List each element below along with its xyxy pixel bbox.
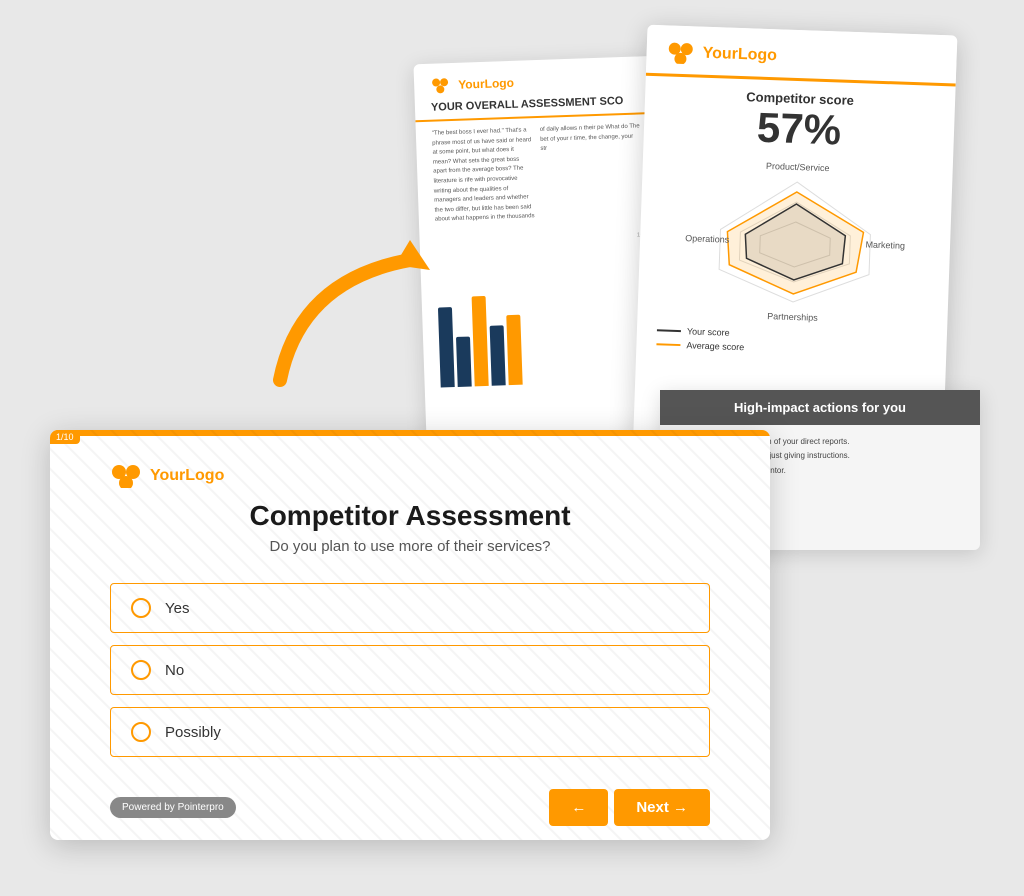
legend-your-score-label: Your score bbox=[687, 326, 730, 337]
arrow-decoration bbox=[250, 200, 450, 400]
radar-label-bottom: Partnerships bbox=[767, 311, 818, 323]
radar-label-left: Operations bbox=[685, 233, 729, 245]
quiz-radio-possibly[interactable] bbox=[131, 722, 151, 742]
report-card-back: YourLogo YOUR OVERALL ASSESSMENT SCO "Th… bbox=[413, 56, 666, 444]
quiz-logo-text: YourLogo bbox=[150, 467, 224, 485]
legend-line-dark bbox=[657, 329, 681, 332]
prev-button[interactable]: ← bbox=[549, 789, 608, 826]
quiz-logo-row: YourLogo bbox=[110, 464, 710, 488]
quiz-subtitle: Do you plan to use more of their service… bbox=[110, 538, 710, 555]
chart-bar-3 bbox=[472, 296, 489, 386]
quiz-title: Competitor Assessment bbox=[110, 500, 710, 532]
powered-by-badge: Powered by Pointerpro bbox=[110, 797, 236, 818]
quiz-card: 1/10 YourLogo Competitor Assessment Do y… bbox=[50, 430, 770, 840]
radar-chart: Product/Service Operations Marketing Par… bbox=[682, 158, 907, 326]
results-score-value: 57% bbox=[663, 101, 934, 157]
quiz-progress: 1/10 bbox=[50, 430, 80, 444]
report-logo-text: YourLogo bbox=[458, 76, 514, 92]
quiz-inner: YourLogo Competitor Assessment Do you pl… bbox=[50, 436, 770, 840]
quiz-option-no[interactable]: No bbox=[110, 645, 710, 695]
quiz-footer: Powered by Pointerpro ← Next → bbox=[110, 789, 710, 826]
report-logo-icon bbox=[430, 77, 453, 94]
chart-bar-5 bbox=[506, 315, 522, 385]
radar-label-right: Marketing bbox=[865, 240, 905, 251]
results-logo-text: YourLogo bbox=[702, 45, 777, 66]
results-logo-icon bbox=[666, 41, 695, 64]
quiz-option-yes-label: Yes bbox=[165, 600, 189, 617]
report-chart-section: 108642 bbox=[420, 232, 665, 388]
results-score-section: Competitor score 57% bbox=[643, 76, 956, 168]
next-button-label: Next → bbox=[636, 799, 688, 816]
quiz-option-possibly-label: Possibly bbox=[165, 724, 221, 741]
quiz-option-possibly[interactable]: Possibly bbox=[110, 707, 710, 757]
quiz-options-list: Yes No Possibly bbox=[110, 583, 710, 757]
report-chart-bars bbox=[437, 280, 648, 387]
quiz-radio-yes[interactable] bbox=[131, 598, 151, 618]
next-button[interactable]: Next → bbox=[614, 789, 710, 826]
report-body-text2: of daily allows n their pe What do The b… bbox=[540, 122, 643, 221]
quiz-logo-icon bbox=[110, 464, 142, 488]
quiz-option-no-label: No bbox=[165, 662, 184, 679]
high-impact-title: High-impact actions for you bbox=[660, 390, 980, 425]
legend-avg-score-label: Average score bbox=[686, 340, 744, 352]
quiz-nav-buttons: ← Next → bbox=[549, 789, 710, 826]
chart-bar-4 bbox=[490, 325, 506, 385]
chart-bar-2 bbox=[456, 336, 472, 386]
quiz-radio-no[interactable] bbox=[131, 660, 151, 680]
legend-line-orange bbox=[656, 343, 680, 346]
report-card-body: "The best boss I ever had." That's a phr… bbox=[416, 122, 659, 226]
quiz-option-yes[interactable]: Yes bbox=[110, 583, 710, 633]
arrow-svg bbox=[250, 200, 450, 400]
